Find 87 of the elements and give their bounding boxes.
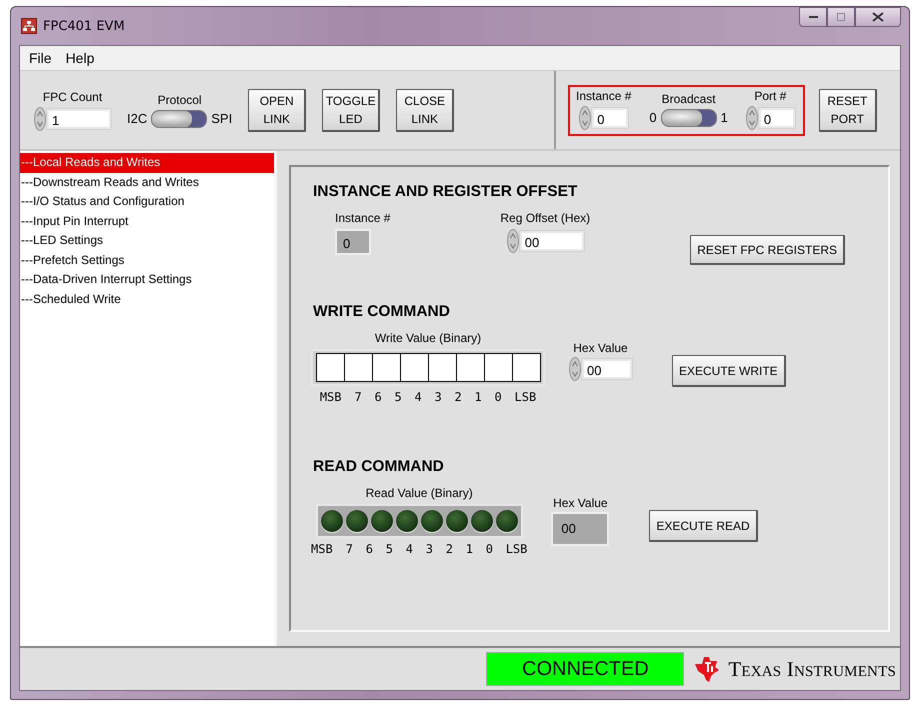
bit-label: 1 bbox=[466, 542, 473, 556]
toolbar-button[interactable]: TOGGLE LED bbox=[322, 88, 380, 132]
field-label: Write Value (Binary) bbox=[374, 331, 482, 345]
sidebar-item[interactable]: ---Input Pin Interrupt bbox=[20, 212, 274, 231]
switch-label: I2C bbox=[127, 111, 148, 126]
field-label: Protocol bbox=[158, 92, 202, 106]
bit-checkbox[interactable] bbox=[512, 353, 541, 382]
msb-label: MSB bbox=[311, 542, 333, 556]
reset-port-button[interactable]: RESET PORT bbox=[818, 88, 877, 132]
spinner-icon[interactable] bbox=[506, 229, 519, 253]
input-field[interactable]: 0 bbox=[592, 108, 628, 128]
bit-checkbox[interactable] bbox=[456, 353, 485, 382]
bit-label: 6 bbox=[374, 390, 382, 404]
field-label: Read Value (Binary) bbox=[366, 486, 473, 500]
msb-label: MSB bbox=[320, 390, 342, 404]
window-title: FPC401 EVM bbox=[43, 18, 125, 34]
bit-label: 0 bbox=[494, 390, 502, 404]
bit-label: 4 bbox=[414, 390, 422, 404]
field-label: Instance # bbox=[335, 211, 390, 225]
input-field[interactable]: 0 bbox=[758, 108, 795, 128]
indicator-field: 00 bbox=[551, 512, 610, 546]
bit-checkbox[interactable] bbox=[344, 353, 373, 382]
input-field[interactable]: 00 bbox=[520, 231, 584, 251]
sidebar-item[interactable]: ---Downstream Reads and Writes bbox=[20, 172, 274, 192]
bit-label: 3 bbox=[434, 390, 442, 404]
bit-label: 5 bbox=[386, 542, 393, 556]
bit-label: 0 bbox=[486, 542, 493, 556]
input-field[interactable]: 00 bbox=[582, 359, 632, 379]
bit-checkbox[interactable] bbox=[428, 353, 457, 382]
reset-registers-button[interactable]: RESET FPC REGISTERS bbox=[690, 235, 845, 265]
bit-label: 6 bbox=[366, 542, 373, 556]
field-label: Instance # bbox=[576, 88, 632, 102]
bit-label: 2 bbox=[454, 390, 462, 404]
field-label: Reg Offset (Hex) bbox=[500, 211, 590, 225]
brand-name: Texas Instruments bbox=[728, 656, 896, 682]
switch-label: SPI bbox=[211, 111, 232, 126]
field-label: FPC Count bbox=[42, 90, 102, 104]
field-label: Broadcast bbox=[662, 92, 716, 106]
toggle-switch[interactable] bbox=[660, 108, 717, 126]
bit-checkbox[interactable] bbox=[400, 353, 429, 382]
field-label: Hex Value bbox=[553, 496, 608, 510]
bit-label: 3 bbox=[426, 542, 433, 556]
bit-label: 4 bbox=[406, 542, 413, 556]
sidebar-item[interactable]: ---I/O Status and Configuration bbox=[20, 192, 274, 212]
switch-label: 1 bbox=[720, 110, 728, 125]
bit-label: 1 bbox=[474, 390, 482, 404]
input-field[interactable]: 1 bbox=[47, 108, 111, 128]
spinner-icon[interactable] bbox=[34, 106, 46, 130]
app-icon bbox=[21, 18, 37, 34]
lsb-label: LSB bbox=[506, 542, 528, 556]
connection-indicator: CONNECTED bbox=[486, 652, 684, 686]
spinner-icon[interactable] bbox=[579, 106, 592, 130]
toolbar-button[interactable]: CLOSE LINK bbox=[396, 88, 454, 132]
sidebar-item[interactable]: ---Prefetch Settings bbox=[20, 250, 274, 270]
minimize-button[interactable] bbox=[799, 7, 827, 27]
field-label: Hex Value bbox=[573, 341, 628, 355]
section-title: WRITE COMMAND bbox=[313, 303, 451, 321]
execute-read-button[interactable]: EXECUTE READ bbox=[649, 510, 758, 542]
minimize-icon bbox=[808, 16, 818, 18]
bit-label: 2 bbox=[446, 542, 453, 556]
menu-item[interactable]: File bbox=[29, 50, 52, 66]
sidebar-item[interactable]: ---Scheduled Write bbox=[20, 290, 274, 309]
spinner-icon[interactable] bbox=[746, 106, 758, 130]
bit-label: 7 bbox=[354, 390, 362, 404]
bit-checkbox[interactable] bbox=[372, 353, 401, 382]
toggle-switch[interactable] bbox=[151, 110, 208, 128]
sidebar-item[interactable]: ---LED Settings bbox=[20, 231, 274, 250]
indicator-field: 0 bbox=[335, 229, 371, 255]
toolbar-button[interactable]: OPEN LINK bbox=[248, 88, 306, 132]
bit-checkbox[interactable] bbox=[316, 353, 345, 382]
bit-label: 7 bbox=[346, 542, 353, 556]
close-icon bbox=[872, 12, 884, 22]
close-button[interactable] bbox=[855, 7, 901, 27]
section-title: INSTANCE AND REGISTER OFFSET bbox=[313, 183, 578, 201]
menu-item[interactable]: Help bbox=[66, 50, 94, 66]
maximize-button[interactable] bbox=[827, 7, 855, 27]
switch-label: 0 bbox=[649, 110, 657, 125]
field-label: Port # bbox=[754, 88, 786, 102]
execute-write-button[interactable]: EXECUTE WRITE bbox=[672, 355, 786, 387]
bit-label: 5 bbox=[394, 390, 402, 404]
sidebar-item[interactable]: ---Data-Driven Interrupt Settings bbox=[20, 270, 274, 290]
lsb-label: LSB bbox=[514, 390, 536, 404]
sidebar-item[interactable]: ---Local Reads and Writes bbox=[20, 153, 274, 172]
spinner-icon[interactable] bbox=[569, 357, 581, 381]
bit-checkbox[interactable] bbox=[484, 353, 513, 382]
section-title: READ COMMAND bbox=[313, 458, 445, 476]
maximize-icon bbox=[836, 12, 846, 22]
